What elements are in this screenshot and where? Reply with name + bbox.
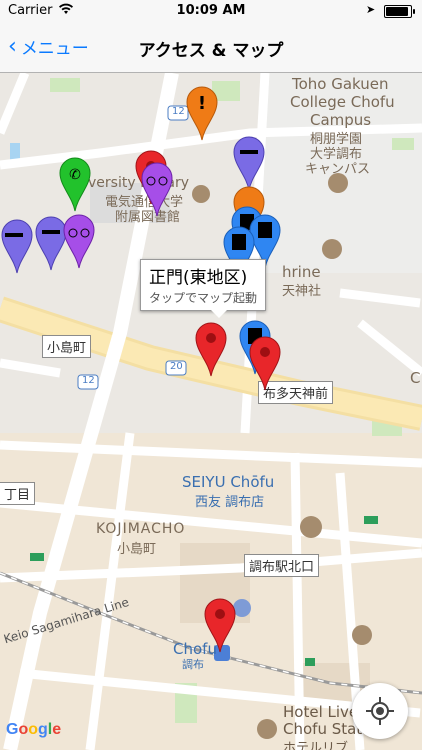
chome-label: 丁目 — [0, 482, 36, 505]
pin-purple-bicycle-2[interactable] — [62, 213, 96, 269]
map-view[interactable]: Toho Gakuen College Chofu Campus 桐朋学園 大学… — [0, 73, 422, 750]
page-title: アクセス & マップ — [138, 41, 284, 61]
battery-icon — [384, 5, 415, 18]
toho-gakuen-label-3: Campus — [310, 111, 372, 129]
pin-purple-bicycle[interactable] — [140, 161, 174, 217]
seiyu-label: SEIYU Chōfu — [182, 473, 275, 491]
crosshair-icon — [366, 697, 394, 725]
shrine-label: hrine — [282, 263, 321, 281]
pin-green-phone[interactable]: ✆ — [58, 156, 92, 212]
route-12-shield-2: 12 — [82, 375, 95, 386]
shrine-jp-label: 天神社 — [282, 284, 322, 299]
hotel-jp-label: ホテルリブ — [283, 741, 349, 750]
pin-red-main-gate[interactable] — [194, 321, 228, 377]
callout-subtitle: タップでマップ起動 — [149, 291, 258, 305]
chofu-north-exit-label: 調布駅北口 — [244, 554, 320, 577]
status-bar: Carrier 10:09 AM ➤ — [0, 0, 422, 22]
toho-gakuen-label-2: College Chofu — [290, 93, 395, 111]
svg-text:✆: ✆ — [69, 167, 81, 183]
route-20-shield: 20 — [170, 361, 183, 372]
toho-gakuen-label: Toho Gakuen — [292, 75, 389, 93]
kojima-cho-label: 小島町 — [42, 335, 92, 358]
location-arrow-icon: ➤ — [366, 3, 376, 16]
pin-violet-smoking-2[interactable] — [0, 218, 34, 274]
svg-text:!: ! — [198, 93, 206, 114]
marker-callout[interactable]: 正門(東地区) タップでマップ起動 — [140, 259, 267, 318]
hotel-label-1: Hotel Live — [283, 703, 359, 721]
pin-orange-warning[interactable]: ! — [185, 85, 219, 141]
chofu-station-jp: 調布 — [182, 658, 204, 671]
toho-gakuen-jp-3: キャンパス — [305, 162, 371, 177]
my-location-button[interactable] — [352, 683, 408, 739]
navigation-bar: ‹ メニュー アクセス & マップ — [0, 22, 422, 73]
edge-label: C — [410, 369, 421, 387]
google-logo: Google — [6, 721, 62, 738]
route-12-shield: 12 — [172, 106, 185, 117]
pin-red-station[interactable] — [203, 597, 237, 653]
callout-title: 正門(東地区) — [149, 268, 248, 288]
pin-violet-smoking[interactable] — [232, 135, 266, 191]
pin-red-3[interactable] — [248, 335, 282, 391]
kojimacho-district-jp: 小島町 — [117, 542, 157, 557]
seiyu-jp-label: 西友 調布店 — [195, 495, 265, 510]
status-time: 10:09 AM — [176, 3, 246, 18]
kojimacho-district-label: KOJIMACHO — [96, 521, 186, 537]
